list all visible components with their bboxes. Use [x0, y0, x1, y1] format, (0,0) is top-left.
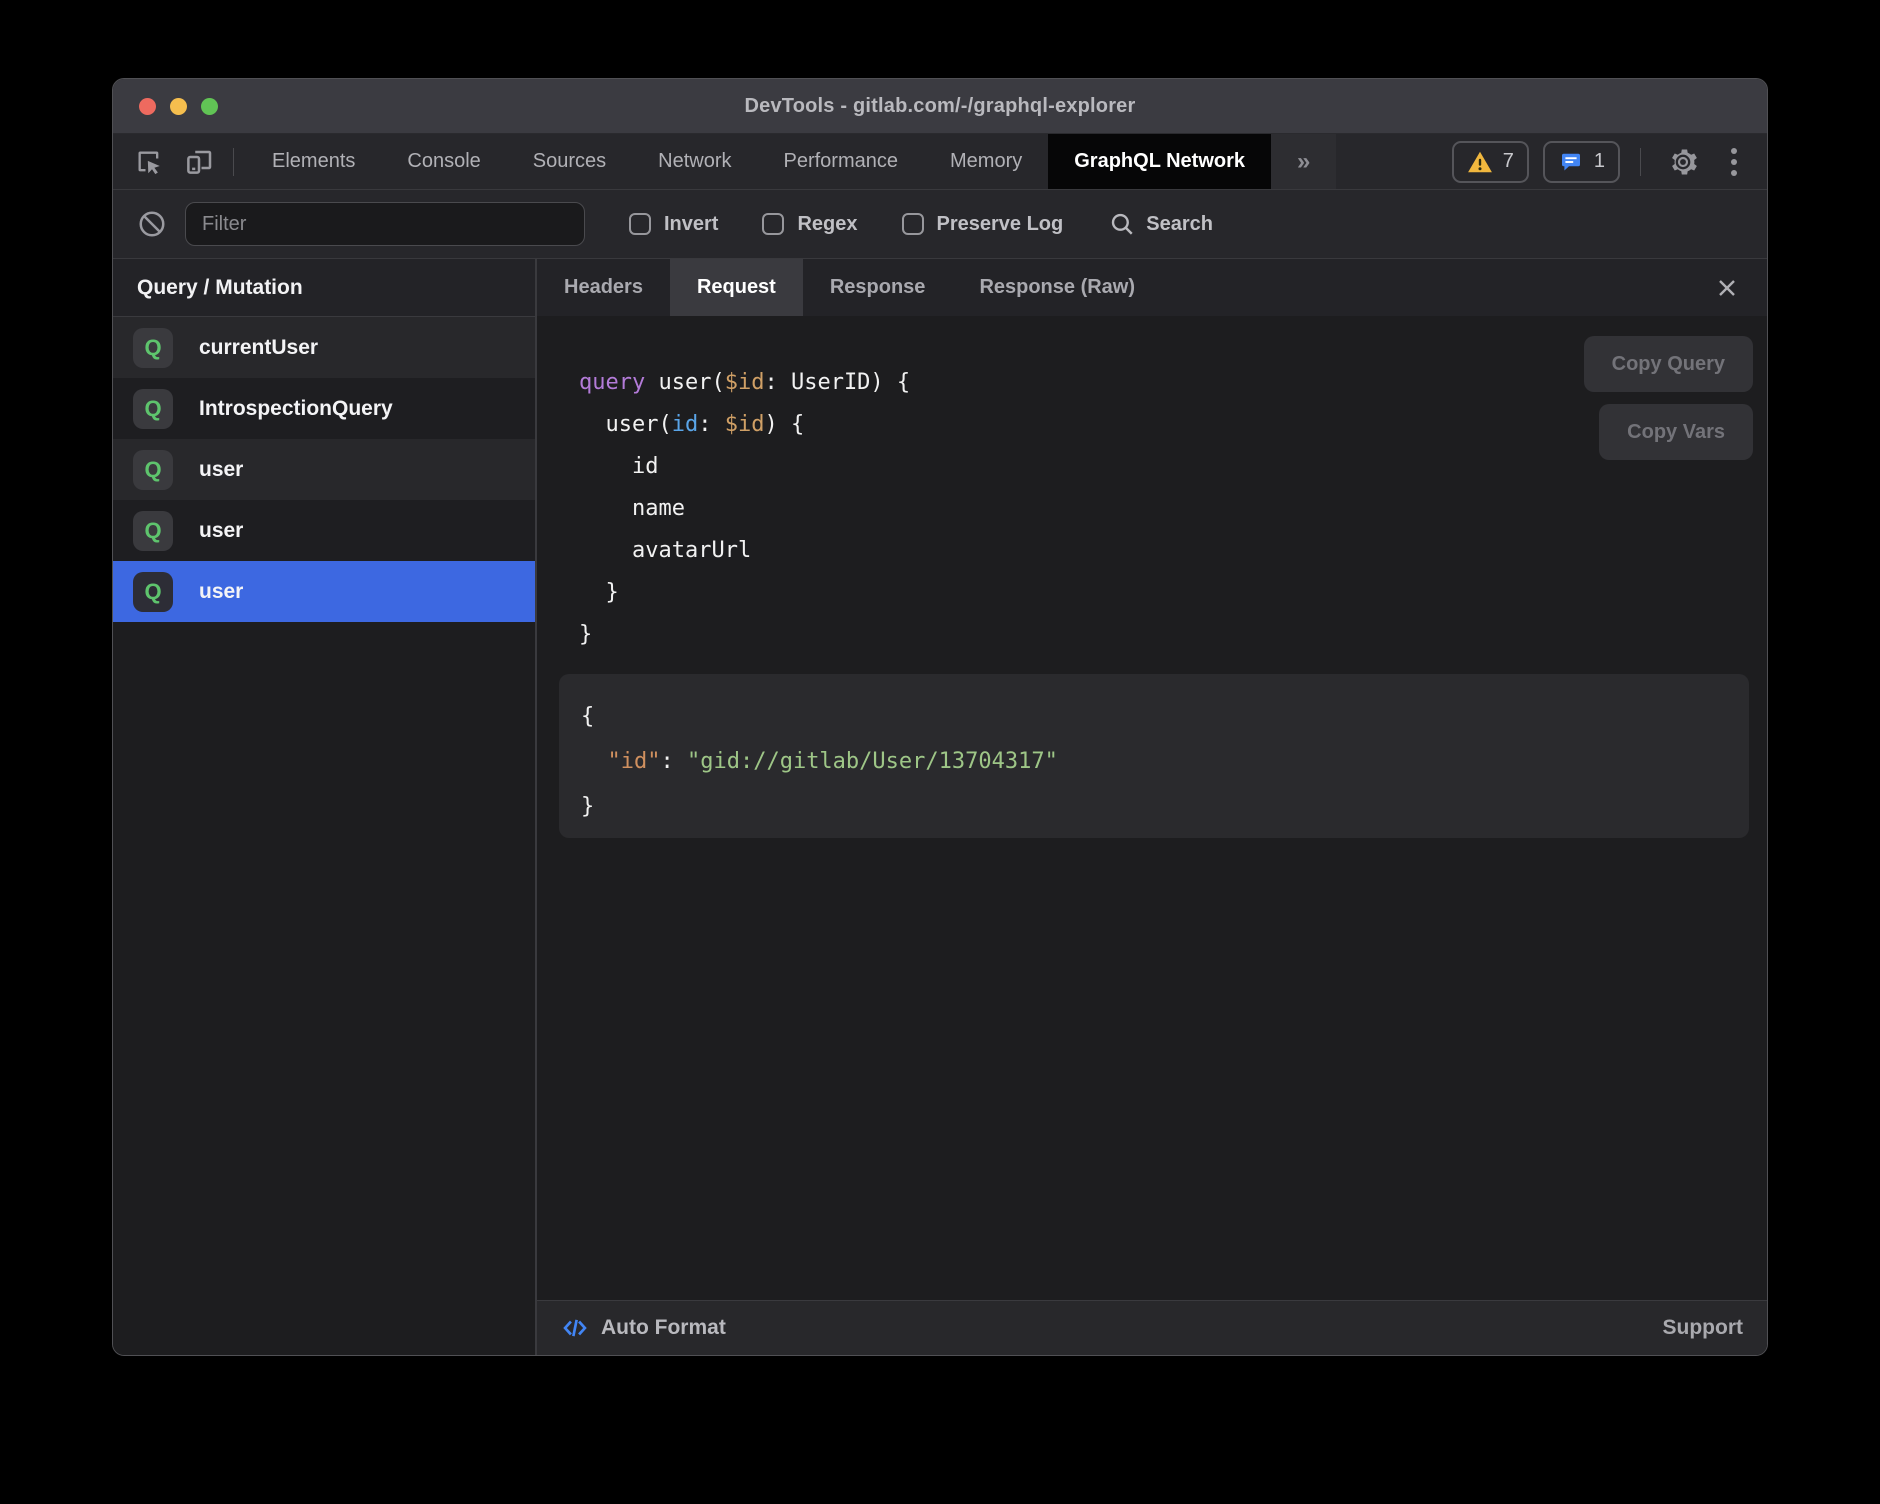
window-title: DevTools - gitlab.com/-/graphql-explorer: [744, 95, 1135, 118]
more-tabs-button[interactable]: »: [1271, 134, 1336, 189]
toolbar-right-icons: 7 1: [1452, 134, 1767, 189]
devtools-tab-graphql-network[interactable]: GraphQL Network: [1048, 134, 1271, 189]
panel-footer: Auto Format Support: [537, 1300, 1767, 1355]
query-type-badge: Q: [133, 572, 173, 612]
code-line: }: [579, 572, 910, 614]
copy-buttons: Copy Query Copy Vars: [1584, 336, 1753, 460]
variables-json: { "id": "gid://gitlab/User/13704317"}: [581, 694, 1749, 829]
search-control[interactable]: Search: [1109, 211, 1213, 237]
regex-checkbox-box[interactable]: [762, 213, 784, 235]
main-area: Query / Mutation QcurrentUserQIntrospect…: [113, 259, 1767, 1355]
warning-triangle-icon: [1467, 150, 1493, 174]
query-type-badge: Q: [133, 328, 173, 368]
graphql-query-code: query user($id: UserID) { user(id: $id) …: [579, 362, 910, 656]
query-list-item-introspectionquery-1[interactable]: Q IntrospectionQuery: [113, 378, 535, 439]
toolbar-separator: [233, 148, 234, 176]
query-item-label: user: [199, 519, 243, 543]
query-list-item-user-4[interactable]: Quser: [113, 561, 535, 622]
devtools-tab-strip: ElementsConsoleSourcesNetworkPerformance…: [246, 134, 1271, 189]
query-list-item-user-2[interactable]: Quser: [113, 439, 535, 500]
code-line: query user($id: UserID) {: [579, 362, 910, 404]
code-line: }: [581, 784, 1749, 829]
devtools-tab-sources[interactable]: Sources: [507, 134, 632, 189]
query-type-badge: Q: [133, 389, 173, 429]
filter-bar: Invert Regex Preserve Log Search: [113, 190, 1767, 259]
warnings-badge[interactable]: 7: [1452, 141, 1529, 183]
kebab-menu-icon[interactable]: [1719, 148, 1749, 176]
inspect-element-icon[interactable]: [127, 142, 171, 182]
query-item-label: user: [199, 458, 243, 482]
toolbar-separator: [1640, 148, 1641, 176]
regex-checkbox-label: Regex: [797, 213, 857, 236]
zoom-window-button[interactable]: [201, 98, 218, 115]
query-sidebar: Query / Mutation QcurrentUserQIntrospect…: [113, 259, 537, 1355]
traffic-lights: [139, 79, 218, 133]
query-type-badge: Q: [133, 450, 173, 490]
invert-checkbox-box[interactable]: [629, 213, 651, 235]
query-list-item-currentuser-0[interactable]: QcurrentUser: [113, 317, 535, 378]
close-window-button[interactable]: [139, 98, 156, 115]
preserve-log-checkbox-box[interactable]: [902, 213, 924, 235]
support-link[interactable]: Support: [1663, 1316, 1743, 1340]
panel-tab-headers[interactable]: Headers: [537, 259, 670, 316]
code-brackets-icon: [561, 1314, 589, 1342]
devtools-toolbar: ElementsConsoleSourcesNetworkPerformance…: [113, 134, 1767, 190]
devtools-tab-memory[interactable]: Memory: [924, 134, 1048, 189]
message-bubble-icon: [1558, 150, 1584, 174]
warning-count: 7: [1503, 150, 1514, 173]
code-line: "id": "gid://gitlab/User/13704317": [581, 739, 1749, 784]
device-toolbar-icon[interactable]: [177, 142, 221, 182]
auto-format-button[interactable]: Auto Format: [561, 1314, 726, 1342]
filter-input[interactable]: [185, 202, 585, 246]
detail-panel: HeadersRequestResponseResponse (Raw) que…: [537, 259, 1767, 1355]
checkbox-regex[interactable]: Regex: [762, 213, 857, 236]
search-label: Search: [1146, 213, 1213, 236]
titlebar: DevTools - gitlab.com/-/graphql-explorer: [113, 79, 1767, 134]
filter-checkboxes: Invert Regex Preserve Log: [585, 213, 1063, 236]
devtools-tab-performance[interactable]: Performance: [758, 134, 925, 189]
code-line: id: [579, 446, 910, 488]
auto-format-label: Auto Format: [601, 1316, 726, 1340]
close-panel-icon[interactable]: [1709, 270, 1745, 306]
search-icon: [1109, 211, 1135, 237]
query-list: QcurrentUserQIntrospectionQueryQuserQuse…: [113, 317, 535, 1355]
query-item-label: IntrospectionQuery: [199, 397, 393, 421]
issues-count: 1: [1594, 150, 1605, 173]
code-line: avatarUrl: [579, 530, 910, 572]
panel-tab-request[interactable]: Request: [670, 259, 803, 316]
devtools-tab-console[interactable]: Console: [381, 134, 506, 189]
code-line: user(id: $id) {: [579, 404, 910, 446]
query-item-label: user: [199, 580, 243, 604]
settings-gear-icon[interactable]: [1661, 142, 1705, 182]
copy-query-button[interactable]: Copy Query: [1584, 336, 1753, 392]
devtools-tab-network[interactable]: Network: [632, 134, 757, 189]
toolbar-left-icons: [113, 134, 246, 189]
copy-vars-button[interactable]: Copy Vars: [1599, 404, 1753, 460]
panel-tab-response-raw[interactable]: Response (Raw): [952, 259, 1162, 316]
variables-box: { "id": "gid://gitlab/User/13704317"}: [559, 674, 1749, 838]
code-line: name: [579, 488, 910, 530]
preserve-log-checkbox-label: Preserve Log: [937, 213, 1064, 236]
request-view: query user($id: UserID) { user(id: $id) …: [537, 316, 1767, 1300]
devtools-window: DevTools - gitlab.com/-/graphql-explorer…: [112, 78, 1768, 1356]
code-line: {: [581, 694, 1749, 739]
devtools-tab-elements[interactable]: Elements: [246, 134, 381, 189]
code-line: }: [579, 614, 910, 656]
query-list-item-user-3[interactable]: Quser: [113, 500, 535, 561]
panel-tab-response[interactable]: Response: [803, 259, 953, 316]
clear-block-icon[interactable]: [137, 209, 167, 239]
minimize-window-button[interactable]: [170, 98, 187, 115]
checkbox-invert[interactable]: Invert: [629, 213, 718, 236]
issues-badge[interactable]: 1: [1543, 141, 1620, 183]
sidebar-header: Query / Mutation: [113, 259, 535, 317]
query-type-badge: Q: [133, 511, 173, 551]
checkbox-preserve-log[interactable]: Preserve Log: [902, 213, 1064, 236]
panel-tab-strip: HeadersRequestResponseResponse (Raw): [537, 259, 1767, 316]
query-item-label: currentUser: [199, 336, 318, 360]
invert-checkbox-label: Invert: [664, 213, 718, 236]
